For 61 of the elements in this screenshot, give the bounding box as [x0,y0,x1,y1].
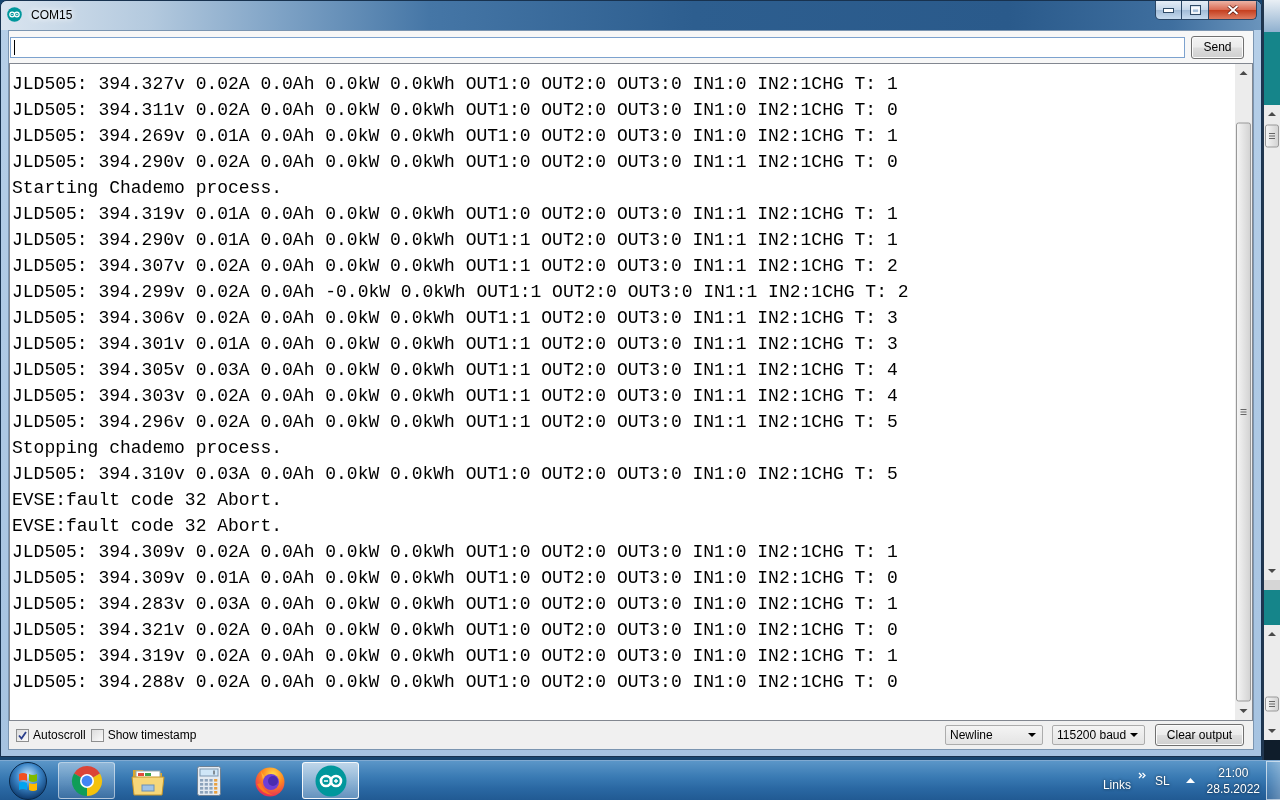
show-desktop-button[interactable] [1266,761,1280,800]
taskbar-button[interactable] [58,762,115,799]
output-line: JLD505: 394.319v 0.01A 0.0Ah 0.0kW 0.0kWh OUT1:0 OUT2:0 OUT3:0 IN1:1 IN2:1CHG T: 1 [12,203,898,226]
output-line: JLD505: 394.319v 0.02A 0.0Ah 0.0kW 0.0kWh OUT1:0 OUT2:0 OUT3:0 IN1:0 IN2:1CHG T: 1 [12,645,898,668]
output-line: JLD505: 394.303v 0.02A 0.0Ah 0.0kW 0.0kWh OUT1:1 OUT2:0 OUT3:0 IN1:1 IN2:1CHG T: 4 [12,385,898,408]
scrollbar[interactable] [1264,105,1280,580]
checkbox-label: Autoscroll [33,728,86,742]
close-button[interactable] [1209,1,1257,20]
output-line: EVSE:fault code 32 Abort. [12,515,283,538]
output-line: JLD505: 394.301v 0.01A 0.0Ah 0.0kW 0.0kWh OUT1:1 OUT2:0 OUT3:0 IN1:1 IN2:1CHG T: 3 [12,333,898,356]
caret-icon [1028,733,1036,737]
ring-logo-icon [70,764,103,797]
output-line: JLD505: 394.299v 0.02A 0.0Ah -0.0kW 0.0kWh OUT1:1 OUT2:0 OUT3:0 IN1:1 IN2:1CHG T: 2 [12,281,909,304]
chevron-icon[interactable] [1137,772,1146,779]
language-indicator[interactable]: SL [1154,773,1170,788]
caret-icon [1130,733,1138,737]
maximize-icon [1189,5,1201,15]
scrollbar[interactable] [1264,625,1280,740]
infinity-logo-icon [7,7,22,22]
minimize-button[interactable] [1155,1,1182,20]
window-title: COM15 [31,8,73,23]
scrollbar[interactable] [1235,64,1252,720]
checkmark-icon [18,730,27,740]
clock-time[interactable]: 21:00 [1218,764,1249,781]
output-line: Stopping chademo process. [12,437,283,460]
baud-rate-dropdown[interactable]: 115200 baud [1052,725,1145,745]
output-line: JLD505: 394.327v 0.02A 0.0Ah 0.0kW 0.0kWh OUT1:0 OUT2:0 OUT3:0 IN1:0 IN2:1CHG T: 1 [12,73,898,96]
output-line: JLD505: 394.309v 0.02A 0.0Ah 0.0kW 0.0kWh OUT1:0 OUT2:0 OUT3:0 IN1:0 IN2:1CHG T: 1 [12,541,898,564]
clear-output-button[interactable]: Clear output [1155,724,1244,746]
start-button[interactable] [8,761,48,800]
text-cursor-icon [14,39,15,55]
output-line: JLD505: 394.311v 0.02A 0.0Ah 0.0kW 0.0kWh OUT1:0 OUT2:0 OUT3:0 IN1:0 IN2:1CHG T: 0 [12,99,898,122]
up-arrow-icon[interactable] [1185,778,1195,783]
output-line: JLD505: 394.306v 0.02A 0.0Ah 0.0kW 0.0kWh OUT1:1 OUT2:0 OUT3:0 IN1:1 IN2:1CHG T: 3 [12,307,898,330]
calculator-icon [196,765,221,796]
output-line: JLD505: 394.309v 0.01A 0.0Ah 0.0kW 0.0kWh OUT1:0 OUT2:0 OUT3:0 IN1:0 IN2:1CHG T: 0 [12,567,898,590]
line-ending-dropdown[interactable]: Newline [945,725,1043,745]
output-line: JLD505: 394.310v 0.03A 0.0Ah 0.0kW 0.0kWh OUT1:0 OUT2:0 OUT3:0 IN1:0 IN2:1CHG T: 5 [12,463,898,486]
taskbar-button[interactable] [302,762,359,799]
output-line: JLD505: 394.288v 0.02A 0.0Ah 0.0kW 0.0kWh OUT1:0 OUT2:0 OUT3:0 IN1:0 IN2:1CHG T: 0 [12,671,898,694]
output-line: JLD505: 394.290v 0.02A 0.0Ah 0.0kW 0.0kWh OUT1:0 OUT2:0 OUT3:0 IN1:1 IN2:1CHG T: 0 [12,151,898,174]
output-line: JLD505: 394.305v 0.03A 0.0Ah 0.0kW 0.0kWh OUT1:1 OUT2:0 OUT3:0 IN1:1 IN2:1CHG T: 4 [12,359,898,382]
clock-date[interactable]: 28.5.2022 [1206,780,1260,797]
output-line: JLD505: 394.269v 0.01A 0.0Ah 0.0kW 0.0kWh OUT1:0 OUT2:0 OUT3:0 IN1:0 IN2:1CHG T: 1 [12,125,898,148]
message-input[interactable] [10,36,1185,58]
output-line: JLD505: 394.307v 0.02A 0.0Ah 0.0kW 0.0kWh OUT1:1 OUT2:0 OUT3:0 IN1:1 IN2:1CHG T: 2 [12,255,898,278]
output-line: JLD505: 394.290v 0.01A 0.0Ah 0.0kW 0.0kWh OUT1:1 OUT2:0 OUT3:0 IN1:1 IN2:1CHG T: 1 [12,229,898,252]
checkbox[interactable] [90,728,104,742]
maximize-button[interactable] [1182,1,1209,20]
minimize-icon [1163,7,1174,13]
infinity-logo-icon [314,764,347,797]
close-icon [1226,5,1239,15]
toolbar-link[interactable]: Links [1102,777,1131,792]
output-line: JLD505: 394.321v 0.02A 0.0Ah 0.0kW 0.0kWh OUT1:0 OUT2:0 OUT3:0 IN1:0 IN2:1CHG T: 0 [12,619,898,642]
output-line: JLD505: 394.296v 0.02A 0.0Ah 0.0kW 0.0kWh OUT1:1 OUT2:0 OUT3:0 IN1:1 IN2:1CHG T: 5 [12,411,898,434]
output-line: Starting Chademo process. [12,177,283,200]
checkbox-label: Show timestamp [107,728,197,742]
checkbox[interactable] [16,728,29,742]
output-line: JLD505: 394.283v 0.03A 0.0Ah 0.0kW 0.0kWh OUT1:0 OUT2:0 OUT3:0 IN1:0 IN2:1CHG T: 1 [12,593,898,616]
output-line: EVSE:fault code 32 Abort. [12,489,283,512]
send-button[interactable]: Send [1191,35,1244,59]
